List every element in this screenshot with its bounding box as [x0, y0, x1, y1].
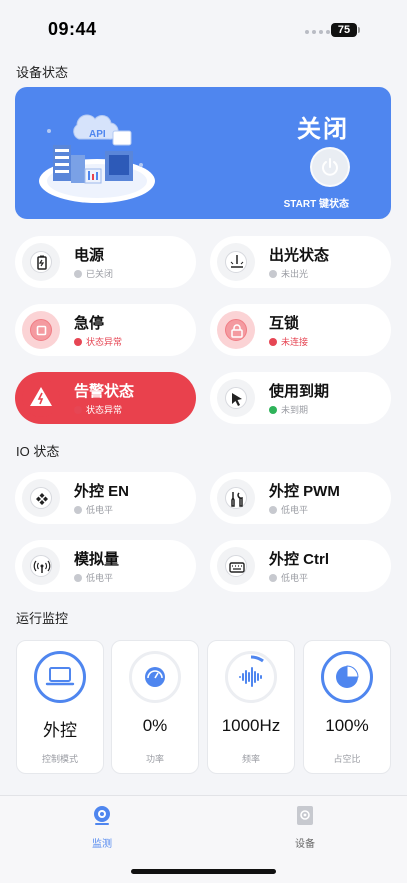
io-title: 外控 PWM	[269, 483, 340, 500]
start-key-status-label: START 键状态	[283, 199, 349, 210]
section-title-io: IO 状态	[16, 444, 60, 459]
lock-icon	[225, 319, 247, 341]
status-title: 告警状态	[74, 383, 135, 400]
info-icon	[74, 505, 82, 514]
status-alarm[interactable]: 告警状态 状态异常	[15, 372, 196, 424]
monitor-control-mode[interactable]: 外控 控制模式	[16, 640, 104, 774]
section-title-device: 设备状态	[16, 65, 69, 80]
io-title: 模拟量	[74, 551, 120, 568]
io-ext-ctrl[interactable]: 外控 Ctrl 低电平	[210, 540, 391, 592]
status-value: 未连接	[281, 337, 309, 347]
monitor-duty-cycle[interactable]: 100% 占空比	[303, 640, 391, 774]
monitor-camera-icon	[94, 806, 110, 825]
gauge-icon	[129, 651, 181, 703]
status-interlock[interactable]: 互锁 未连接	[210, 304, 391, 356]
status-value: 未出光	[281, 269, 309, 279]
io-title: 外控 Ctrl	[269, 551, 330, 568]
monitor-value: 100%	[325, 716, 369, 735]
tools-icon	[225, 487, 247, 509]
cloud-server-illustration: API	[39, 114, 155, 203]
warning-icon	[30, 387, 52, 409]
tab-label: 设备	[295, 839, 315, 850]
clock: 09:44	[48, 19, 97, 39]
io-title: 外控 EN	[74, 483, 130, 500]
antenna-icon	[30, 555, 52, 577]
error-icon	[269, 337, 277, 346]
battery-icon	[30, 251, 52, 273]
tab-device[interactable]: 设备	[265, 804, 345, 850]
device-icon	[297, 806, 313, 825]
status-title: 电源	[74, 247, 105, 264]
status-title: 使用到期	[269, 383, 330, 400]
status-bar: 09:44 75	[0, 0, 407, 58]
status-emergency-stop[interactable]: 急停 状态异常	[15, 304, 196, 356]
info-icon	[269, 269, 277, 278]
monitor-label: 频率	[241, 754, 260, 764]
power-icon	[322, 158, 338, 176]
monitor-value: 外控	[43, 721, 77, 740]
monitor-value: 0%	[142, 716, 168, 735]
error-icon	[74, 337, 82, 346]
status-title: 出光状态	[269, 247, 330, 264]
power-button[interactable]	[310, 147, 350, 187]
device-state-value: 关闭	[297, 116, 349, 143]
device-hero-card[interactable]: API 关闭 START 键状态	[15, 87, 391, 219]
check-icon	[269, 405, 277, 414]
gamepad-icon	[30, 487, 52, 509]
battery-tip	[358, 27, 360, 33]
status-value: 未到期	[281, 405, 309, 415]
monitor-value: 1000Hz	[221, 716, 281, 735]
io-ext-pwm[interactable]: 外控 PWM 低电平	[210, 472, 391, 524]
status-title: 互锁	[269, 315, 300, 332]
io-value: 低电平	[86, 573, 114, 583]
keyboard-icon	[225, 555, 247, 577]
svg-text:API: API	[89, 129, 106, 140]
monitor-frequency[interactable]: 1000Hz 频率	[207, 640, 295, 774]
info-icon	[269, 505, 277, 514]
io-value: 低电平	[281, 505, 309, 515]
error-icon	[74, 405, 82, 414]
battery-indicator: 75	[331, 23, 357, 37]
monitor-label: 功率	[145, 754, 164, 764]
monitor-label: 占空比	[333, 754, 361, 764]
status-title: 急停	[74, 315, 105, 332]
info-icon	[74, 573, 82, 582]
cursor-icon	[225, 387, 247, 409]
io-value: 低电平	[281, 573, 309, 583]
status-value: 已关闭	[86, 269, 114, 279]
status-value: 状态异常	[86, 405, 123, 415]
stop-icon	[30, 319, 52, 341]
io-value: 低电平	[86, 505, 114, 515]
tab-label: 监测	[92, 839, 112, 850]
status-laser-output[interactable]: 出光状态 未出光	[210, 236, 391, 288]
home-indicator	[131, 869, 276, 874]
monitor-label: 控制模式	[41, 754, 78, 764]
waveform-icon	[225, 651, 277, 703]
tab-monitor[interactable]: 监测	[62, 804, 142, 850]
pie-chart-icon	[321, 651, 373, 703]
status-expiry[interactable]: 使用到期 未到期	[210, 372, 391, 424]
section-title-monitor: 运行监控	[16, 611, 69, 626]
io-ext-en[interactable]: 外控 EN 低电平	[15, 472, 196, 524]
info-icon	[74, 269, 82, 278]
info-icon	[269, 573, 277, 582]
signal-icon	[305, 30, 330, 34]
monitor-power[interactable]: 0% 功率	[111, 640, 199, 774]
laptop-icon	[34, 651, 86, 703]
status-power[interactable]: 电源 已关闭	[15, 236, 196, 288]
io-analog[interactable]: 模拟量 低电平	[15, 540, 196, 592]
status-value: 状态异常	[86, 337, 123, 347]
laser-icon	[225, 251, 247, 273]
